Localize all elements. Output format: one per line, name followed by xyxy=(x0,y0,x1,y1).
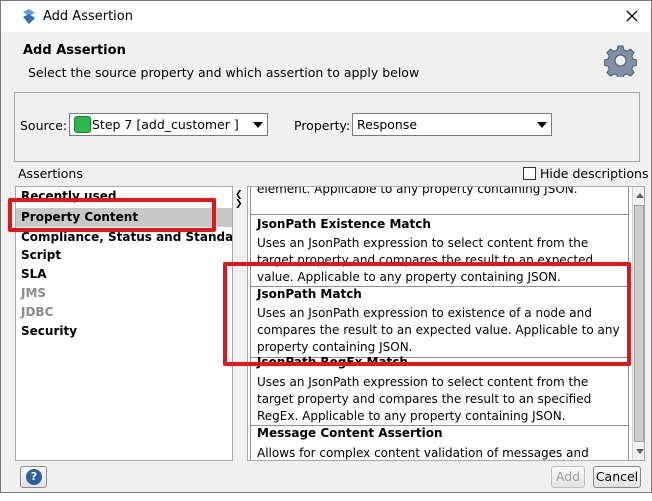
header-title: Add Assertion xyxy=(23,43,126,58)
property-select[interactable]: Response xyxy=(352,113,552,136)
scroll-down-icon[interactable] xyxy=(636,449,644,454)
assertion-description: Uses an JsonPath expression to existence… xyxy=(257,306,620,354)
add-button[interactable]: Add xyxy=(551,466,585,488)
scroll-up-icon[interactable] xyxy=(636,193,644,198)
property-select-value: Response xyxy=(357,117,418,132)
scrollbar-thumb[interactable] xyxy=(634,205,644,442)
category-jms[interactable]: JMS xyxy=(16,284,232,303)
source-label: Source: xyxy=(20,118,68,133)
assertion-description: Uses an JsonPath expression to select co… xyxy=(257,236,594,284)
category-script[interactable]: Script xyxy=(16,246,232,265)
source-select[interactable]: Step 7 [add_customer ] xyxy=(69,113,268,136)
help-icon: ? xyxy=(26,469,42,485)
assertion-title: JsonPath Existence Match xyxy=(257,217,431,231)
window-title: Add Assertion xyxy=(43,9,133,24)
checkbox-box[interactable] xyxy=(523,167,536,180)
soapui-logo-icon xyxy=(23,9,35,24)
collapse-right-icon[interactable]: ❯ xyxy=(235,200,243,209)
assertions-label: Assertions xyxy=(18,166,83,181)
assertion-item[interactable]: element. Applicable to any property cont… xyxy=(250,186,629,215)
assertion-title: JsonPath Match xyxy=(257,287,362,301)
chevron-down-icon xyxy=(253,122,263,128)
gear-icon xyxy=(604,45,637,77)
category-sla[interactable]: SLA xyxy=(16,265,232,284)
vertical-scrollbar[interactable] xyxy=(632,187,644,460)
header-subtitle: Select the source property and which ass… xyxy=(28,65,420,80)
assertion-item[interactable]: Message Content Assertion Allows for com… xyxy=(250,425,629,460)
test-step-icon xyxy=(74,116,91,133)
dialog-header: Add Assertion Select the source property… xyxy=(1,32,651,90)
category-compliance[interactable]: Compliance, Status and Standards xyxy=(16,228,232,247)
chevron-down-icon xyxy=(537,122,547,128)
dialog-footer: ? Add Cancel xyxy=(1,461,651,492)
help-button[interactable]: ? xyxy=(20,466,47,488)
category-jdbc[interactable]: JDBC xyxy=(16,303,232,322)
assertion-item[interactable]: JsonPath RegEx Match Uses an JsonPath ex… xyxy=(250,355,629,427)
assertion-item[interactable]: JsonPath Match Uses an JsonPath expressi… xyxy=(250,286,629,358)
cancel-button[interactable]: Cancel xyxy=(593,466,641,488)
property-label: Property: xyxy=(294,118,351,133)
hide-descriptions-checkbox[interactable]: Hide descriptions xyxy=(523,166,648,181)
assertion-title: JsonPath RegEx Match xyxy=(257,355,408,369)
category-property-content[interactable]: Property Content xyxy=(16,208,232,227)
assertion-description: Allows for complex content validation of… xyxy=(257,446,589,460)
assertion-description: Uses an JsonPath expression to select co… xyxy=(257,375,592,423)
close-icon xyxy=(626,10,638,22)
source-select-value: Step 7 [add_customer ] xyxy=(92,117,239,132)
assertion-list: element. Applicable to any property cont… xyxy=(247,186,645,461)
category-list: Recently used Property Content Complianc… xyxy=(15,186,233,461)
split-pane-divider[interactable]: ❮ ❯ xyxy=(233,186,247,461)
hide-descriptions-label: Hide descriptions xyxy=(540,166,649,181)
assertion-item[interactable]: JsonPath Existence Match Uses an JsonPat… xyxy=(250,214,629,287)
title-bar: Add Assertion xyxy=(1,1,651,32)
assertion-description: element. Applicable to any property cont… xyxy=(257,186,578,196)
category-security[interactable]: Security xyxy=(16,322,232,341)
add-assertion-dialog: Add Assertion Add Assertion Select the s… xyxy=(0,0,652,493)
assertion-title: Message Content Assertion xyxy=(257,426,443,440)
category-recently-used[interactable]: Recently used xyxy=(16,187,232,206)
close-button[interactable] xyxy=(621,5,643,27)
source-panel: Source: Step 7 [add_customer ] Property:… xyxy=(14,92,640,162)
